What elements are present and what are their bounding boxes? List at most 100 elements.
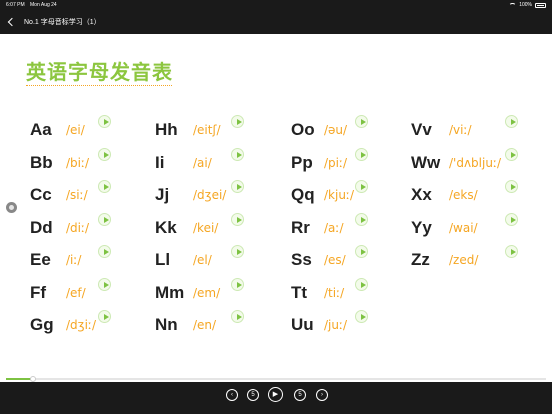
letter-cell: Ee/iː/ xyxy=(30,245,160,274)
letter-glyph: Zz xyxy=(411,250,430,269)
lesson-content: 英语字母发音表 Aa/ei/Bb/biː/Cc/siː/Dd/diː/Ee/iː… xyxy=(0,34,552,380)
letter-glyph: Jj xyxy=(155,185,170,204)
play-circle-icon[interactable] xyxy=(231,147,244,161)
letter-cell: Kk/kei/ xyxy=(155,212,285,242)
play-circle-icon[interactable] xyxy=(231,245,244,258)
play-circle-icon[interactable] xyxy=(98,212,111,226)
letter-cell: Tt/tiː/ xyxy=(291,277,421,307)
ipa-text: /siː/ xyxy=(66,188,88,202)
status-time: 6:07 PM xyxy=(6,2,25,8)
ipa-text: /aː/ xyxy=(324,220,344,235)
ipa-text: /eks/ xyxy=(449,188,478,202)
letter-glyph: Qq xyxy=(291,185,315,204)
ipa-text: /en/ xyxy=(193,318,217,332)
letter-cell: Ll/el/ xyxy=(155,245,285,274)
letter-glyph: Dd xyxy=(30,217,53,237)
status-bar: 6:07 PM Mon Aug 24 100% xyxy=(0,0,552,9)
next-button[interactable]: › xyxy=(316,389,328,401)
letter-cell: Qq/kjuː/ xyxy=(291,180,421,209)
ipa-text: /zed/ xyxy=(449,253,479,267)
status-date: Mon Aug 24 xyxy=(30,2,57,8)
letter-cell: Gg/dʒiː/ xyxy=(30,310,160,339)
letter-glyph: Gg xyxy=(30,315,54,334)
progress-fill xyxy=(6,378,33,380)
battery-icon xyxy=(535,2,546,8)
previous-button[interactable]: ‹ xyxy=(226,389,238,401)
play-circle-icon[interactable] xyxy=(231,180,244,193)
ipa-text: /juː/ xyxy=(324,318,348,332)
letter-cell: Bb/biː/ xyxy=(30,147,160,177)
play-circle-icon[interactable] xyxy=(231,310,244,323)
wifi-icon xyxy=(509,2,517,8)
progress-track[interactable] xyxy=(6,376,546,382)
ipa-text: /eitʃ/ xyxy=(193,123,221,137)
play-pause-button[interactable]: ▶ xyxy=(268,387,283,402)
letter-glyph: Nn xyxy=(155,315,178,334)
audio-toggle-icon[interactable] xyxy=(6,202,17,213)
play-circle-icon[interactable] xyxy=(231,212,244,226)
forward-5-button[interactable]: 5 xyxy=(294,389,306,401)
ipa-text: /biː/ xyxy=(66,155,90,170)
letter-glyph: Vv xyxy=(411,120,432,139)
play-circle-icon[interactable] xyxy=(355,277,368,291)
letter-cell: Ff/ef/ xyxy=(30,277,160,307)
play-circle-icon[interactable] xyxy=(231,115,244,128)
navigation-bar: No.1 字母音标学习（1） xyxy=(0,9,552,34)
ipa-text: /iː/ xyxy=(66,253,82,267)
ipa-text: /diː/ xyxy=(66,220,90,235)
playback-controls: ‹ 5 ▶ 5 › xyxy=(0,382,552,414)
letter-glyph: Yy xyxy=(411,217,432,237)
play-circle-icon[interactable] xyxy=(355,115,368,128)
letter-cell: Rr/aː/ xyxy=(291,212,421,242)
letter-glyph: Cc xyxy=(30,185,52,204)
letter-glyph: Ww xyxy=(411,152,441,172)
letter-cell: Ww /'dʌbljuː/ xyxy=(411,147,541,177)
play-circle-icon[interactable] xyxy=(505,147,518,161)
letter-cell: Jj/dʒei/ xyxy=(155,180,285,209)
play-circle-icon[interactable] xyxy=(98,245,111,258)
play-circle-icon[interactable] xyxy=(98,147,111,161)
ipa-text: /es/ xyxy=(324,253,346,267)
play-circle-icon[interactable] xyxy=(355,147,368,161)
letter-glyph: Hh xyxy=(155,120,178,139)
letter-cell: Hh/eitʃ/ xyxy=(155,115,285,144)
letter-glyph: Kk xyxy=(155,217,177,237)
ipa-text: /kei/ xyxy=(193,220,219,235)
letter-cell: Yy/wai/ xyxy=(411,212,541,242)
play-circle-icon[interactable] xyxy=(505,212,518,226)
ipa-text: /ai/ xyxy=(193,155,212,170)
ipa-text: /tiː/ xyxy=(324,285,345,300)
letter-cell: Mm/em/ xyxy=(155,277,285,307)
battery-percent: 100% xyxy=(519,2,532,8)
page-title: 英语字母发音表 xyxy=(26,60,173,84)
ipa-text: /'dʌbljuː/ xyxy=(449,155,502,170)
play-circle-icon[interactable] xyxy=(98,277,111,291)
play-circle-icon[interactable] xyxy=(355,180,368,193)
play-circle-icon[interactable] xyxy=(98,180,111,193)
play-circle-icon[interactable] xyxy=(505,180,518,193)
letter-cell: Zz/zed/ xyxy=(411,245,541,274)
play-circle-icon[interactable] xyxy=(98,115,111,128)
play-circle-icon[interactable] xyxy=(505,245,518,258)
title-underline xyxy=(26,85,172,86)
ipa-text: /viː/ xyxy=(449,123,472,137)
ipa-text: /dʒiː/ xyxy=(66,318,97,332)
ipa-text: /ei/ xyxy=(66,123,85,137)
letter-cell: Uu/juː/ xyxy=(291,310,421,339)
play-circle-icon[interactable] xyxy=(231,277,244,291)
play-circle-icon[interactable] xyxy=(355,310,368,323)
play-circle-icon[interactable] xyxy=(355,245,368,258)
letter-cell: Dd/diː/ xyxy=(30,212,160,242)
rewind-5-button[interactable]: 5 xyxy=(247,389,259,401)
back-button[interactable] xyxy=(5,15,19,29)
letter-glyph: Ll xyxy=(155,250,171,269)
play-circle-icon[interactable] xyxy=(505,115,518,128)
play-circle-icon[interactable] xyxy=(355,212,368,226)
ipa-text: /əu/ xyxy=(324,123,348,137)
play-circle-icon[interactable] xyxy=(98,310,111,323)
letter-glyph: Uu xyxy=(291,315,314,334)
letter-glyph: Ss xyxy=(291,250,312,269)
nav-title: No.1 字母音标学习（1） xyxy=(24,19,101,26)
letter-glyph: Rr xyxy=(291,217,310,237)
ipa-text: /el/ xyxy=(193,253,212,267)
